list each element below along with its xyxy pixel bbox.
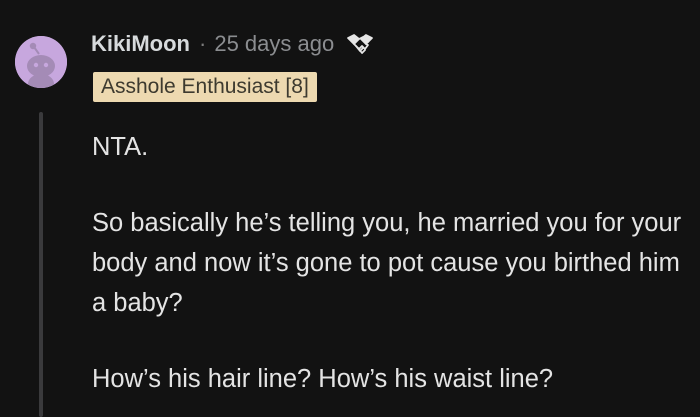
username-link[interactable]: KikiMoon [91, 31, 190, 57]
user-avatar[interactable] [15, 36, 67, 88]
comment: KikiMoon · 25 days ago Asshole Enthusias… [0, 0, 700, 417]
comment-paragraph: So basically he’s telling you, he marrie… [92, 209, 682, 317]
snoo-avatar-icon [15, 36, 67, 88]
comment-meta: KikiMoon · 25 days ago [91, 28, 375, 60]
comment-paragraph: How’s his hair line? How’s his waist lin… [92, 365, 554, 393]
comment-paragraph: NTA. [92, 133, 149, 161]
comment-timestamp[interactable]: 25 days ago [214, 31, 334, 57]
thread-collapse-line[interactable] [39, 112, 43, 417]
comment-body: NTA. So basically he’s telling you, he m… [92, 127, 692, 399]
user-flair: Asshole Enthusiast [8] [93, 72, 317, 102]
meta-separator: · [199, 31, 207, 56]
handshake-award-icon[interactable] [345, 31, 375, 57]
